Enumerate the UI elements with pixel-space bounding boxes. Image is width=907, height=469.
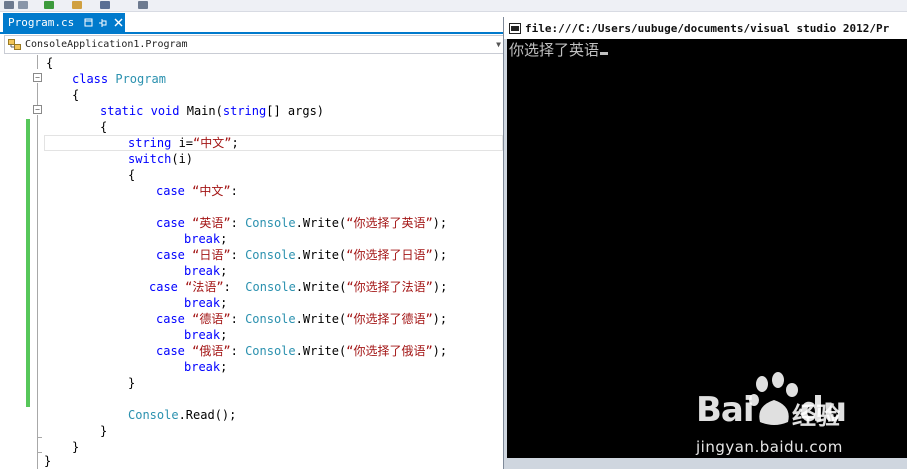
collapse-class-icon[interactable]: −	[33, 73, 42, 82]
watermark-url: jingyan.baidu.com	[696, 438, 843, 456]
outline-guide	[37, 438, 38, 452]
code-line: break;	[184, 232, 228, 246]
console-title: file:///C:/Users/uubuge/documents/visual…	[525, 21, 890, 35]
outline-guide	[37, 453, 38, 469]
code-line: break;	[184, 360, 228, 374]
console-title-bar[interactable]: file:///C:/Users/uubuge/documents/visual…	[504, 17, 907, 39]
code-line: }	[128, 376, 136, 390]
text-cursor	[600, 52, 609, 55]
code-line: case “法语”: Console.Write(“你选择了法语”);	[149, 280, 448, 294]
code-line: case “英语”: Console.Write(“你选择了英语”);	[156, 216, 448, 230]
outline-guide	[37, 55, 38, 69]
type-navigation-dropdown[interactable]: ConsoleApplication1.Program ▼	[4, 35, 504, 54]
code-line: {	[46, 56, 54, 70]
outline-guide	[37, 83, 38, 105]
toolbar-forward-icon[interactable]	[18, 1, 28, 9]
class-icon	[8, 39, 21, 50]
type-name: Program	[115, 72, 166, 86]
console-window-icon[interactable]	[509, 22, 521, 34]
tab-filename: Program.cs	[8, 16, 75, 29]
code-line: case “日语”: Console.Write(“你选择了日语”);	[156, 248, 448, 262]
code-line: switch(i)	[128, 152, 194, 166]
code-line: Console.Read();	[128, 408, 237, 422]
toolbar-back-icon[interactable]	[4, 1, 14, 9]
toolbar-undo-icon[interactable]	[138, 1, 148, 9]
console-output-text: 你选择了英语	[509, 41, 600, 59]
collapse-method-icon[interactable]: −	[33, 105, 42, 114]
code-line: }	[44, 454, 52, 468]
toolbar-open-icon[interactable]	[72, 1, 82, 9]
tab-dropdown-icon[interactable]	[81, 16, 95, 30]
baidu-jingyan-watermark: Bai du 经验 jingyan.baidu.com	[696, 372, 896, 462]
code-line: {	[72, 88, 80, 102]
code-line: case “德语”: Console.Write(“你选择了德语”);	[156, 312, 448, 326]
tab-program-cs[interactable]: Program.cs	[3, 13, 125, 32]
code-line: class Program	[72, 71, 166, 87]
toolbar-save-icon[interactable]	[100, 1, 110, 9]
toolbar	[0, 0, 907, 12]
toolbar-new-project-icon[interactable]	[44, 1, 54, 9]
keyword: class	[72, 72, 109, 86]
chevron-down-icon[interactable]: ▼	[496, 40, 501, 49]
code-line: static void Main(string[] args)	[100, 104, 325, 118]
code-line: case “俄语”: Console.Write(“你选择了俄语”);	[156, 344, 448, 358]
watermark-subtitle: 经验	[792, 402, 840, 430]
class-selector-label: ConsoleApplication1.Program	[25, 39, 188, 50]
code-line: break;	[184, 328, 228, 342]
code-line: {	[128, 168, 136, 182]
line-gutter	[0, 55, 24, 469]
code-line: case “中文”:	[156, 184, 238, 198]
outlining-margin: − −	[30, 55, 44, 469]
code-line: }	[100, 424, 108, 438]
code-line: }	[72, 440, 80, 454]
console-output-line: 你选择了英语	[509, 40, 609, 60]
code-line: string i=“中文”;	[128, 136, 239, 150]
code-line: break;	[184, 296, 228, 310]
close-icon[interactable]	[111, 16, 125, 30]
code-line: break;	[184, 264, 228, 278]
code-line: {	[100, 120, 108, 134]
outline-guide	[37, 115, 38, 437]
code-editor[interactable]: − − { class Program { static void Main(s…	[0, 55, 503, 469]
pin-icon[interactable]	[96, 16, 110, 30]
current-line-highlight	[44, 135, 503, 151]
